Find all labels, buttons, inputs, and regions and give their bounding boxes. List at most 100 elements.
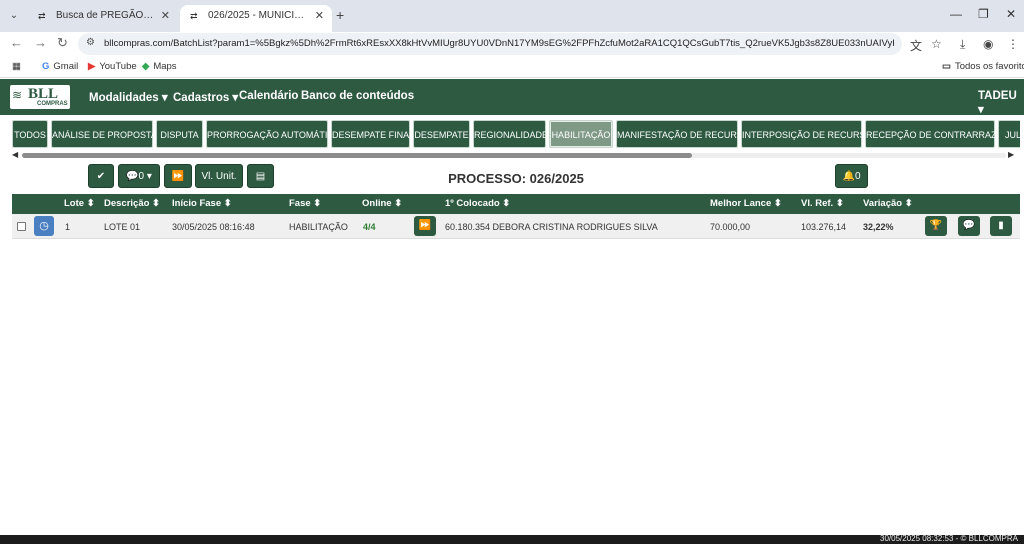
- page-title: PROCESSO: 026/2025: [448, 171, 584, 186]
- tab-disputa[interactable]: DISPUTA: [156, 120, 203, 148]
- header-vl-ref[interactable]: Vl. Ref. ⬍: [801, 198, 844, 209]
- youtube-icon: ▶: [88, 61, 96, 72]
- tab-manifestacao-recursos[interactable]: MANIFESTAÇÃO DE RECURSOS: [616, 120, 756, 148]
- header-lote[interactable]: Lote ⬍: [64, 198, 95, 209]
- chat-icon: 💬: [126, 171, 139, 182]
- tab-title: Busca de PREGÃO ELETRÔNICO: [56, 10, 156, 21]
- tab-prorrogacao-automatica[interactable]: PRORROGAÇÃO AUTOMÁTICA: [206, 120, 340, 148]
- cell-fase: HABILITAÇÃO: [289, 222, 348, 232]
- gmail-icon: G: [42, 61, 50, 72]
- minimize-icon[interactable]: —: [950, 7, 962, 21]
- tab-search-menu-icon[interactable]: ⌄: [6, 8, 22, 24]
- tab-regionalidade[interactable]: REGIONALIDADE: [473, 120, 548, 148]
- bookmarks-bar: ▦ G Gmail ▶ YouTube ◆ Maps ▭ Todos os favori…: [0, 56, 1024, 78]
- bell-icon: 🔔: [842, 171, 855, 182]
- id-card-icon: ▤: [255, 171, 266, 182]
- cell-online: 4/4: [363, 222, 376, 232]
- header-fase[interactable]: Fase ⬍: [289, 198, 321, 209]
- reload-icon[interactable]: ↻: [57, 35, 68, 51]
- url-text: bllcompras.com/BatchList?param1=%5Bgkz%5…: [104, 38, 894, 49]
- notifications-button[interactable]: 🔔0: [835, 164, 868, 188]
- browser-tab-inactive[interactable]: ⇄ Busca de PREGÃO ELETRÔNICO ✕: [28, 5, 178, 32]
- app-header: ≋ BLL COMPRAS Modalidades ▾ Cadastros ▾ …: [0, 79, 1024, 116]
- address-bar[interactable]: ⚙ bllcompras.com/BatchList?param1=%5Bgkz…: [78, 33, 902, 55]
- bookmark-maps[interactable]: ◆ Maps: [142, 61, 177, 72]
- chat-button[interactable]: 💬: [958, 216, 980, 236]
- cell-descricao: LOTE 01: [104, 222, 141, 232]
- row-checkbox[interactable]: [17, 222, 26, 231]
- messages-count: 0 ▾: [138, 171, 152, 182]
- book-icon: ▮: [998, 220, 1004, 231]
- download-icon[interactable]: ⤓: [960, 37, 965, 52]
- tab-interposicao-recursos[interactable]: INTERPOSIÇÃO DE RECURSOS: [741, 120, 879, 148]
- header-variacao[interactable]: Variação ⬍: [863, 198, 913, 209]
- tab-todos[interactable]: TODOS: [12, 120, 48, 148]
- maps-icon: ◆: [142, 61, 150, 72]
- user-menu[interactable]: TADEU ▾: [978, 90, 1024, 116]
- cell-vl-ref: 103.276,14: [801, 222, 847, 232]
- tab-analise-propostas[interactable]: ANÁLISE DE PROPOSTAS: [51, 120, 163, 148]
- tab-julgamento[interactable]: JUL: [998, 120, 1020, 148]
- nav-banco-conteudos[interactable]: Banco de conteúdos: [301, 90, 414, 102]
- cell-melhor-lance: 70.000,00: [710, 222, 751, 232]
- book-button[interactable]: ▮: [990, 216, 1012, 236]
- tab-desempate-final[interactable]: DESEMPATE FINAL: [331, 120, 414, 148]
- scroll-right-icon[interactable]: ▶: [1008, 150, 1014, 159]
- history-button[interactable]: ◷: [34, 216, 54, 236]
- header-online[interactable]: Online ⬍: [362, 198, 402, 209]
- browser-toolbar: ← → ↻ ⚙ bllcompras.com/BatchList?param1=…: [0, 32, 1024, 56]
- trophy-icon: 🏆: [929, 220, 943, 231]
- site-info-icon[interactable]: ⚙: [86, 37, 95, 48]
- bookmark-gmail[interactable]: G Gmail: [42, 61, 78, 72]
- table-row: ◷ 1 LOTE 01 30/05/2025 08:16:48 HABILITA…: [12, 214, 1020, 239]
- header-melhor-lance[interactable]: Melhor Lance ⬍: [710, 198, 782, 209]
- header-primeiro-colocado[interactable]: 1º Colocado ⬍: [445, 198, 510, 209]
- bookmark-youtube[interactable]: ▶ YouTube: [88, 61, 137, 72]
- restore-icon[interactable]: ❐: [978, 7, 989, 21]
- tab-title: 026/2025 - MUNICIPIO DE CO: [208, 10, 308, 21]
- close-tab-icon[interactable]: ✕: [161, 5, 170, 27]
- cell-lote: 1: [65, 222, 71, 232]
- apps-grid-icon[interactable]: ▦: [12, 61, 21, 72]
- browser-tab-active[interactable]: ⇄ 026/2025 - MUNICIPIO DE CO ✕: [180, 5, 332, 32]
- menu-kebab-icon[interactable]: ⋮: [1007, 37, 1019, 51]
- tab-desempate[interactable]: DESEMPATE: [413, 120, 470, 148]
- cell-inicio-fase: 30/05/2025 08:16:48: [172, 222, 255, 232]
- all-bookmarks[interactable]: ▭ Todos os favoritos: [942, 61, 1024, 72]
- nav-calendario[interactable]: Calendário: [239, 90, 298, 102]
- translate-icon[interactable]: 文: [910, 37, 922, 54]
- trophy-button[interactable]: 🏆: [925, 216, 947, 236]
- profile-icon[interactable]: ◉: [983, 37, 993, 51]
- logo-swoosh-icon: ≋: [12, 88, 23, 102]
- scrollbar-thumb[interactable]: [22, 153, 692, 158]
- bll-logo[interactable]: ≋ BLL COMPRAS: [10, 85, 70, 109]
- phase-tabs-scrollbar[interactable]: ◀ ▶: [12, 150, 1016, 159]
- nav-modalidades[interactable]: Modalidades ▾: [89, 90, 168, 104]
- messages-filter-button[interactable]: 💬0 ▾: [118, 164, 160, 188]
- new-tab-icon[interactable]: +: [336, 7, 344, 23]
- notifications-count: 0: [854, 171, 861, 182]
- nav-cadastros[interactable]: Cadastros ▾: [173, 90, 238, 104]
- id-card-button[interactable]: ▤: [247, 164, 274, 188]
- logo-subtext: COMPRAS: [37, 101, 68, 107]
- close-window-icon[interactable]: ✕: [1006, 7, 1016, 21]
- close-tab-icon[interactable]: ✕: [315, 5, 324, 27]
- tab-habilitacao[interactable]: HABILITAÇÃO: [549, 120, 613, 148]
- cell-primeiro-colocado: 60.180.354 DEBORA CRISTINA RODRIGUES SIL…: [445, 222, 658, 232]
- enter-lote-button[interactable]: ⏩: [414, 216, 436, 236]
- tab-recepcao-contrarrazoes[interactable]: RECEPÇÃO DE CONTRARRAZÕES: [865, 120, 1016, 148]
- unit-value-button[interactable]: Vl. Unit.: [195, 164, 243, 188]
- fast-forward-button[interactable]: ⏩: [164, 164, 192, 188]
- grid-header: Lote ⬍ Descrição ⬍ Início Fase ⬍ Fase ⬍ …: [12, 194, 1020, 214]
- header-inicio-fase[interactable]: Início Fase ⬍: [172, 198, 232, 209]
- scroll-left-icon[interactable]: ◀: [12, 150, 18, 159]
- cell-variacao: 32,22%: [863, 222, 894, 232]
- star-icon[interactable]: ☆: [931, 37, 942, 51]
- header-descricao[interactable]: Descrição ⬍: [104, 198, 160, 209]
- back-icon[interactable]: ←: [10, 35, 23, 50]
- forward-icon[interactable]: →: [34, 35, 47, 50]
- footer-bar: 30/05/2025 08:32:53 - © BLLCOMPRA: [0, 534, 1024, 544]
- clock-icon: ◷: [39, 220, 49, 232]
- select-all-button[interactable]: ✔: [88, 164, 114, 188]
- phase-tabs: TODOS ANÁLISE DE PROPOSTAS DISPUTA PRORR…: [12, 120, 1020, 150]
